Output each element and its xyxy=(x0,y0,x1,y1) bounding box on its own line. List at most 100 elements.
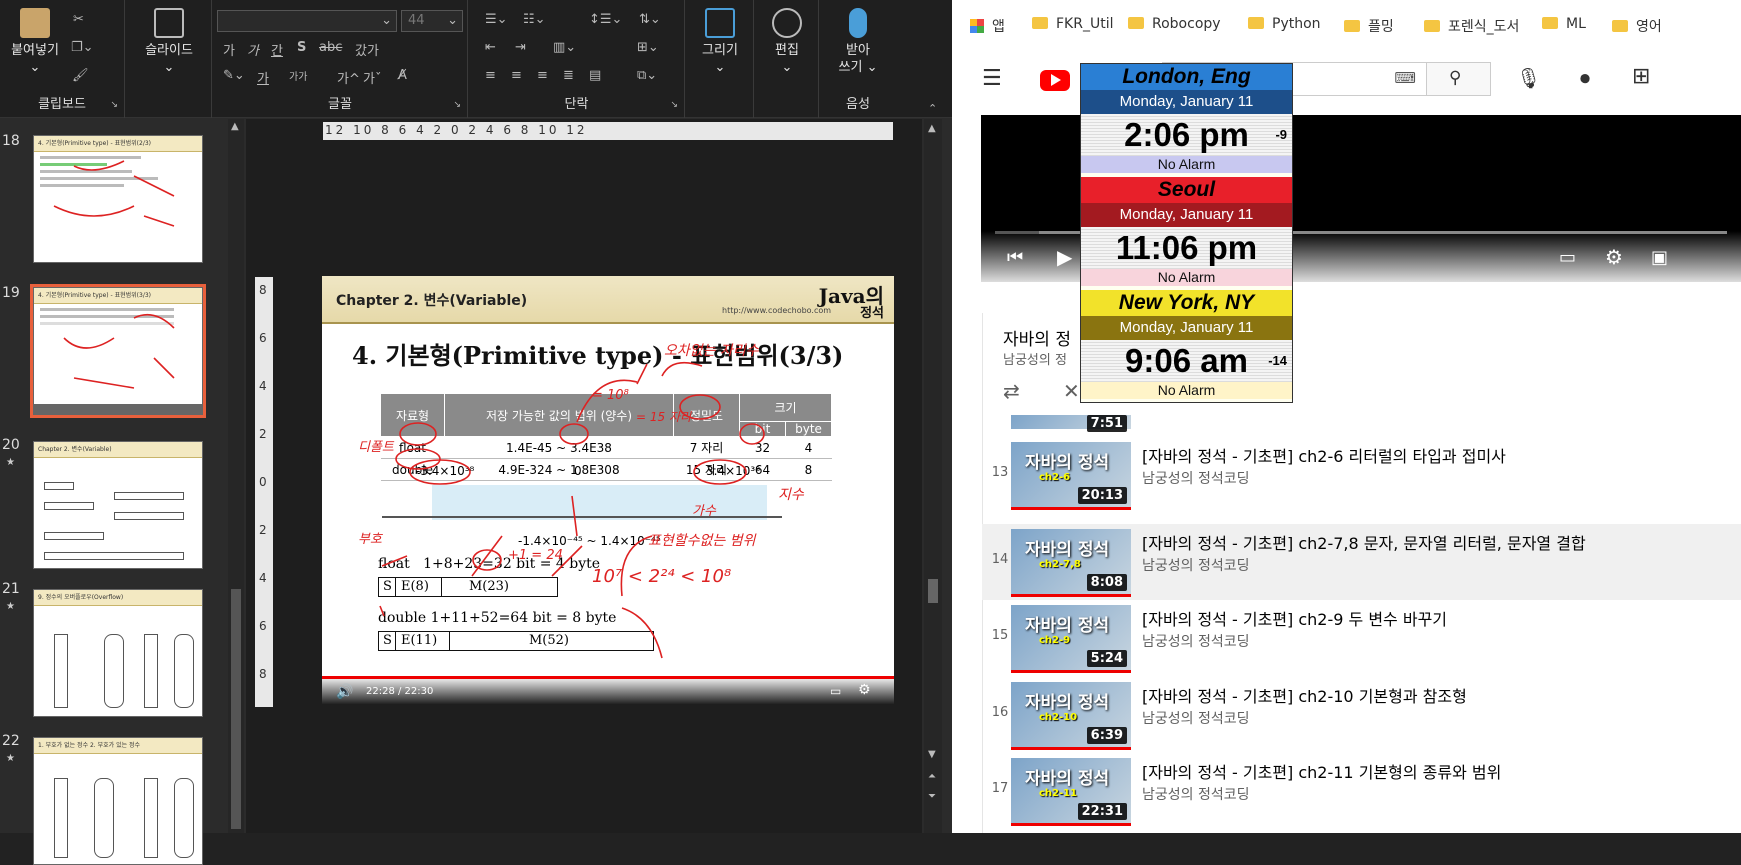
microphone-icon[interactable]: 🎙 xyxy=(1516,66,1541,90)
bullets-icon[interactable]: ☰⌄ xyxy=(485,12,508,27)
scroll-up-icon[interactable]: ▲ xyxy=(928,123,936,134)
scroll-down-icon[interactable]: ▼ xyxy=(928,749,936,760)
slide-thumbnail-20[interactable]: Chapter 2. 변수(Variable) xyxy=(33,441,203,569)
bookmark-apps[interactable]: 앱 xyxy=(970,16,1005,36)
shrink-font-button[interactable]: 가ˇ xyxy=(363,68,381,87)
bookmark-folder[interactable]: 영어 xyxy=(1612,16,1662,36)
apps-grid-icon[interactable]: ⊞ xyxy=(1632,64,1650,89)
video-thumbnail[interactable]: 자바의 정석 ch2-6 20:13 xyxy=(1011,442,1131,510)
bookmark-folder[interactable]: 포렌식_도서 xyxy=(1424,16,1519,36)
drawing-button[interactable]: 그리기 ⌄ xyxy=(688,8,752,76)
playlist-item[interactable]: 13 자바의 정석 ch2-6 20:13 [자바의 정석 - 기초편] ch2… xyxy=(982,437,1741,513)
keyboard-icon[interactable]: ⌨ xyxy=(1394,69,1416,87)
channel-name[interactable]: 남궁성의 정석코딩 xyxy=(1142,555,1250,575)
video-title[interactable]: [자바의 정석 - 기초편] ch2-9 두 변수 바꾸기 xyxy=(1142,606,1447,630)
captions-icon[interactable]: ▭ xyxy=(830,684,841,698)
strikethrough-button[interactable]: abc xyxy=(319,40,342,55)
previous-icon[interactable]: ⏮ xyxy=(1007,247,1023,268)
video-progress-bar[interactable] xyxy=(322,676,894,679)
video-title[interactable]: [자바의 정석 - 기초편] ch2-6 리터럴의 타입과 접미사 xyxy=(1142,443,1506,467)
bold-button[interactable]: 가 xyxy=(223,40,235,59)
partial-video-thumbnail[interactable]: 7:51 xyxy=(1011,415,1131,432)
settings-gear-icon[interactable]: ⚙ xyxy=(858,682,871,698)
highlight-pen-icon[interactable]: ✎⌄ xyxy=(223,68,245,83)
video-thumbnail[interactable]: 자바의 정석 ch2-9 5:24 xyxy=(1011,605,1131,673)
clear-format-icon[interactable]: A̸ xyxy=(398,68,407,83)
editing-button[interactable]: 편집 ⌄ xyxy=(757,8,817,76)
columns-icon[interactable]: ▥⌄ xyxy=(553,40,576,55)
decrease-indent-icon[interactable]: ⇤ xyxy=(485,40,496,55)
channel-name[interactable]: 남궁성의 정석코딩 xyxy=(1142,631,1250,651)
slide-thumbnail-22[interactable]: 1. 부호가 없는 정수 2. 부호가 있는 정수 xyxy=(33,737,203,865)
channel-name[interactable]: 남궁성의 정석코딩 xyxy=(1142,708,1250,728)
playlist-title[interactable]: 자바의 정 xyxy=(1003,325,1071,350)
align-left-icon[interactable]: ≡ xyxy=(485,68,496,83)
slide-thumbnail-21[interactable]: 9. 정수의 오버플로우(Overflow) xyxy=(33,589,203,717)
playlist-item[interactable]: 16 자바의 정석 ch2-10 6:39 [자바의 정석 - 기초편] ch2… xyxy=(982,677,1741,753)
video-thumbnail[interactable]: 자바의 정석 ch2-7,8 8:08 xyxy=(1011,529,1131,597)
line-spacing-icon[interactable]: ↕☰⌄ xyxy=(589,12,622,27)
loop-icon[interactable]: ⇄ xyxy=(1003,379,1020,403)
dialog-launcher-icon[interactable]: ↘ xyxy=(670,100,678,110)
collapse-ribbon-icon[interactable]: ⌃ xyxy=(928,102,937,115)
cut-icon[interactable]: ✂ xyxy=(73,12,84,27)
text-size-button[interactable]: 가가 xyxy=(289,68,307,83)
dialog-launcher-icon[interactable]: ↘ xyxy=(453,100,461,110)
smartart-icon[interactable]: ⧉⌄ xyxy=(637,68,657,83)
new-slide-button[interactable]: 슬라이드 ⌄ xyxy=(134,8,204,76)
world-clock-widget[interactable]: London, Eng Monday, January 11 2:06 pm -… xyxy=(1080,63,1293,403)
text-direction-icon[interactable]: ⇅⌄ xyxy=(639,12,661,27)
video-title[interactable]: [자바의 정석 - 기초편] ch2-7,8 문자, 문자열 리터럴, 문자열 … xyxy=(1142,530,1586,554)
playlist-channel[interactable]: 남궁성의 정 xyxy=(1003,349,1067,368)
channel-name[interactable]: 남궁성의 정석코딩 xyxy=(1142,784,1250,804)
align-text-icon[interactable]: ⊞⌄ xyxy=(637,40,659,55)
bookmark-folder[interactable]: 플밍 xyxy=(1344,16,1394,36)
channel-name[interactable]: 남궁성의 정석코딩 xyxy=(1142,468,1250,488)
format-painter-icon[interactable]: 🖌 xyxy=(72,68,89,83)
bookmark-folder[interactable]: ML xyxy=(1542,16,1586,32)
bookmark-folder[interactable]: Robocopy xyxy=(1128,16,1221,32)
video-title[interactable]: [자바의 정석 - 기초편] ch2-10 기본형과 참조형 xyxy=(1142,683,1467,707)
underline-button[interactable]: 간 xyxy=(271,40,283,59)
italic-button[interactable]: 가 xyxy=(247,40,259,59)
scroll-thumb[interactable] xyxy=(231,589,241,829)
editor-scrollbar[interactable]: ▲ ▼ ⏶ ⏷ xyxy=(924,119,942,833)
subtitles-icon[interactable]: ▭ xyxy=(1559,247,1576,268)
playlist-item[interactable]: 14 자바의 정석 ch2-7,8 8:08 [자바의 정석 - 기초편] ch… xyxy=(982,524,1741,600)
distributed-icon[interactable]: ▤ xyxy=(589,68,601,83)
copy-icon[interactable]: ❐⌄ xyxy=(71,40,94,55)
playlist-item[interactable]: 15 자바의 정석 ch2-9 5:24 [자바의 정석 - 기초편] ch2-… xyxy=(982,600,1741,676)
settings-gear-icon[interactable]: ⚙ xyxy=(1605,245,1623,269)
video-title[interactable]: [자바의 정석 - 기초편] ch2-11 기본형의 종류와 범위 xyxy=(1142,759,1501,783)
increase-indent-icon[interactable]: ⇥ xyxy=(515,40,526,55)
dialog-launcher-icon[interactable]: ↘ xyxy=(110,100,118,110)
scroll-thumb[interactable] xyxy=(928,579,938,603)
font-family-combo[interactable]: ⌄ xyxy=(217,10,397,32)
paste-button[interactable]: 붙여넣기 ⌄ xyxy=(6,8,64,76)
playlist-item[interactable]: 17 자바의 정석 ch2-11 22:31 [자바의 정석 - 기초편] ch… xyxy=(982,753,1741,829)
scroll-up-icon[interactable]: ▲ xyxy=(231,121,239,132)
prev-slide-icon[interactable]: ⏶ xyxy=(928,771,936,782)
bookmark-folder[interactable]: Python xyxy=(1248,16,1321,32)
volume-icon[interactable]: 🔊 xyxy=(336,684,353,700)
align-right-icon[interactable]: ≡ xyxy=(537,68,548,83)
bookmark-folder[interactable]: FKR_Util xyxy=(1032,16,1113,32)
font-size-combo[interactable]: 44 ⌄ xyxy=(401,10,463,32)
numbering-icon[interactable]: ☷⌄ xyxy=(523,12,546,27)
grow-font-button[interactable]: 가^ xyxy=(337,68,360,87)
align-center-icon[interactable]: ≡ xyxy=(511,68,522,83)
miniplayer-icon[interactable]: ▣ xyxy=(1651,247,1668,268)
hamburger-menu-icon[interactable]: ☰ xyxy=(982,66,1002,91)
video-thumbnail[interactable]: 자바의 정석 ch2-11 22:31 xyxy=(1011,758,1131,826)
next-slide-icon[interactable]: ⏷ xyxy=(928,791,936,802)
video-thumbnail[interactable]: 자바의 정석 ch2-10 6:39 xyxy=(1011,682,1131,750)
thumbnail-scrollbar[interactable]: ▲ xyxy=(228,119,244,833)
slide-canvas[interactable]: Chapter 2. 변수(Variable) Java의 정석 http://… xyxy=(322,276,894,704)
dictate-button[interactable]: 받아 쓰기 ⌄ xyxy=(822,8,894,76)
create-video-icon[interactable]: ⏺ xyxy=(1580,66,1590,90)
slide-thumbnail-19[interactable]: 4. 기본형(Primitive type) - 표현범위(3/3) xyxy=(30,284,206,418)
change-case-button[interactable]: 갔가 xyxy=(355,40,379,59)
justify-icon[interactable]: ≣ xyxy=(563,68,574,83)
play-icon[interactable]: ▶ xyxy=(1057,245,1072,269)
shuffle-icon[interactable]: ✕ xyxy=(1063,379,1080,403)
